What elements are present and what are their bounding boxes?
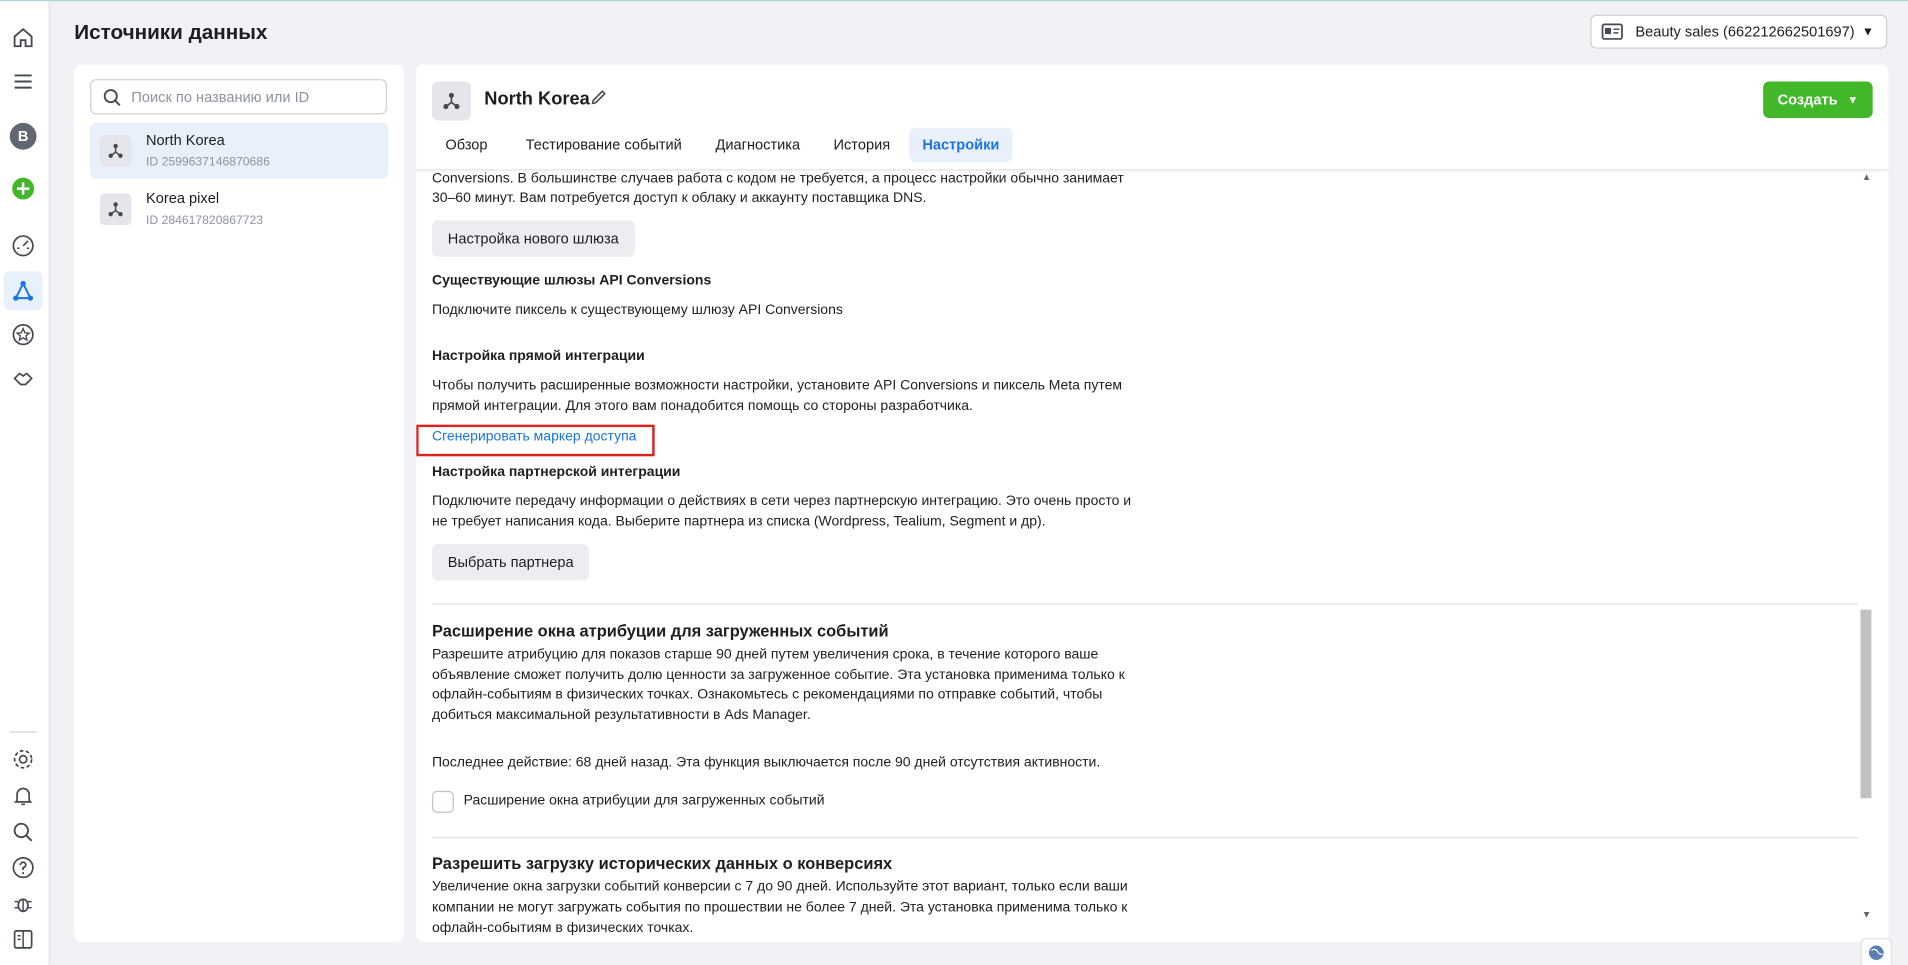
chevron-down-icon: ▼	[1861, 24, 1874, 39]
events-manager-icon[interactable]	[10, 277, 37, 304]
left-navigation-rail: B	[0, 1, 50, 965]
existing-gateways-text: Подключите пиксель к существующему шлюзу…	[431, 302, 843, 318]
scroll-down-arrow-icon[interactable]: ▼	[1860, 909, 1872, 921]
notifications-bell-icon[interactable]	[10, 782, 37, 809]
star-icon[interactable]	[10, 321, 37, 348]
home-icon[interactable]	[10, 24, 37, 51]
attribution-last-action: Последнее действие: 68 дней назад. Эта ф…	[431, 755, 1101, 771]
avatar[interactable]: B	[9, 122, 37, 150]
gateway-intro-line-2: 30–60 минут. Вам потребуется доступ к об…	[431, 191, 927, 206]
source-id: ID 284617820867723	[146, 214, 264, 228]
generate-access-token-link[interactable]: Сгенерировать маркер доступа	[432, 430, 636, 445]
menu-icon[interactable]	[10, 68, 37, 95]
source-id: ID 2599637146870686	[146, 155, 270, 170]
rail-divider	[9, 731, 37, 733]
search-icon[interactable]	[10, 819, 37, 846]
caret-down-icon: ▼	[1847, 93, 1859, 106]
attribution-text-line-3: офлайн-событиям в физических точках. Озн…	[431, 687, 1103, 703]
language-globe-icon[interactable]	[1860, 938, 1893, 965]
source-name: Korea pixel	[146, 189, 220, 207]
pixel-icon	[99, 193, 132, 226]
source-item-north-korea[interactable]: North Korea ID 2599637146870686	[90, 122, 389, 179]
historical-upload-line-2: компании не могут загружать события по п…	[431, 900, 1128, 916]
pixel-icon	[431, 81, 471, 121]
pixel-details-panel: North Korea Создать ▼ Обзор Тестирование…	[416, 64, 1889, 942]
tab-overview[interactable]: Обзор	[432, 128, 501, 162]
scroll-up-arrow-icon[interactable]: ▲	[1860, 172, 1872, 184]
source-item-korea-pixel[interactable]: Korea pixel ID 284617820867723	[90, 181, 388, 237]
section-divider	[431, 837, 1859, 839]
direct-integration-line-2: прямой интеграции. Для этого вам понадоб…	[431, 399, 973, 414]
pixel-name: North Korea	[484, 88, 590, 110]
attribution-checkbox-label[interactable]: Расширение окна атрибуции для загруженны…	[464, 791, 1170, 812]
dashboard-gauge-icon[interactable]	[10, 232, 37, 259]
settings-content-scroll[interactable]: Conversions. В большинстве случаев работ…	[416, 169, 1859, 942]
pixel-icon	[99, 135, 132, 167]
tab-settings[interactable]: Настройки	[908, 127, 1013, 162]
partner-integration-line-1: Подключите передачу информации о действи…	[431, 494, 1132, 509]
historical-upload-line-1: Увеличение окна загрузки событий конверс…	[431, 879, 1128, 895]
direct-integration-title: Настройка прямой интеграции	[431, 349, 645, 364]
partner-handshake-icon[interactable]	[10, 365, 37, 392]
content-scrollbar[interactable]: ▲ ▼	[1858, 169, 1875, 921]
source-name: North Korea	[146, 131, 225, 149]
panel-toggle-icon[interactable]	[10, 926, 37, 953]
attribution-text-line-2: объявление сможет получить долю ценности…	[431, 668, 1125, 683]
ad-account-label: Beauty sales (662212662501697)	[1635, 23, 1855, 41]
source-search-box[interactable]	[90, 79, 387, 115]
attribution-text-line-1: Разрешите атрибуцию для показов старше 9…	[431, 647, 1099, 662]
bug-report-icon[interactable]	[10, 891, 37, 918]
direct-integration-line-1: Чтобы получить расширенные возможности н…	[431, 378, 1123, 394]
attribution-text-line-4: добиться максимальной результативности в…	[431, 708, 811, 723]
attribution-window-checkbox[interactable]	[431, 790, 454, 813]
setup-new-gateway-button[interactable]: Настройка нового шлюза	[431, 220, 635, 257]
settings-gear-icon[interactable]	[10, 746, 37, 773]
attribution-window-title: Расширение окна атрибуции для загруженны…	[431, 621, 889, 641]
add-icon[interactable]	[10, 175, 37, 202]
tab-diagnostics[interactable]: Диагностика	[702, 128, 813, 162]
partner-integration-title: Настройка партнерской интеграции	[431, 464, 681, 480]
business-account-icon	[1601, 23, 1623, 40]
page-title: Источники данных	[74, 20, 268, 44]
create-button-label: Создать	[1777, 91, 1838, 109]
section-divider	[431, 603, 1859, 605]
existing-gateways-title: Существующие шлюзы API Conversions	[431, 273, 712, 289]
tab-test-events[interactable]: Тестирование событий	[512, 128, 695, 162]
scrollbar-thumb[interactable]	[1860, 609, 1872, 799]
pixel-header: North Korea Создать ▼ Обзор Тестирование…	[416, 64, 1889, 171]
create-button[interactable]: Создать ▼	[1763, 81, 1873, 119]
search-input[interactable]	[128, 87, 378, 107]
search-icon	[102, 87, 121, 106]
ad-account-selector[interactable]: Beauty sales (662212662501697) ▼	[1590, 14, 1888, 49]
choose-partner-button[interactable]: Выбрать партнера	[431, 543, 590, 581]
data-sources-list-panel: North Korea ID 2599637146870686 Korea pi…	[74, 64, 404, 942]
historical-upload-line-3: офлайн-событиям в физических точках.	[431, 921, 694, 936]
gateway-intro-line-1: Conversions. В большинстве случаев работ…	[431, 171, 1124, 187]
historical-upload-title: Разрешить загрузку исторических данных о…	[431, 854, 893, 873]
edit-pencil-icon[interactable]	[589, 88, 608, 107]
app-root: B Источники данных Beauty sales (6622126…	[0, 0, 1908, 965]
help-icon[interactable]	[10, 854, 37, 881]
partner-integration-line-2: не требует написания кода. Выберите парт…	[431, 514, 1046, 530]
avatar-letter: B	[9, 122, 37, 150]
tab-history[interactable]: История	[820, 128, 903, 162]
